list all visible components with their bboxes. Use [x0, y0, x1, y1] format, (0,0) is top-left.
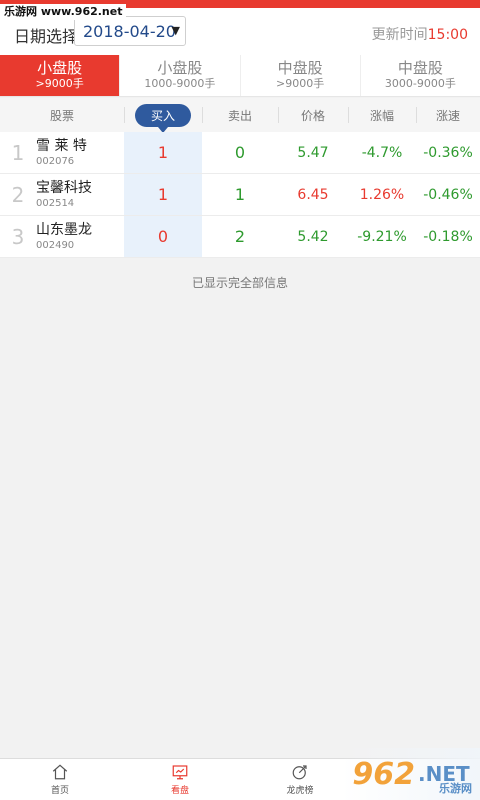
sell-count: 2 — [234, 227, 246, 246]
table-row[interactable]: 3 山东墨龙 002490 0 2 5.42 -9.21% -0.18% — [0, 216, 480, 258]
column-stock[interactable]: 股票 — [0, 98, 124, 132]
nav-home[interactable]: 首页 — [0, 759, 120, 800]
end-of-list-note: 已显示完全部信息 — [191, 276, 288, 290]
nav-label: 首页 — [50, 786, 69, 796]
tab-subtitle: 3000-9000手 — [384, 77, 456, 90]
price: 6.45 — [297, 186, 329, 203]
tab-small-cap-9000[interactable]: 小盘股 >9000手 — [0, 55, 120, 96]
logo-number: 962 — [352, 756, 415, 792]
change: -9.21% — [357, 228, 407, 245]
dragon-icon — [292, 765, 307, 780]
site-logo: 962 .NET 乐游网 — [342, 748, 480, 800]
tab-mid-cap-9000[interactable]: 中盘股 >9000手 — [239, 55, 360, 96]
site-watermark: 乐游网 www.962.net — [0, 4, 127, 20]
price: 5.47 — [297, 144, 329, 161]
table-row[interactable]: 1 雪 莱 特 002076 1 0 5.47 -4.7% -0.36% — [0, 132, 480, 174]
category-tabs: 小盘股 >9000手 小盘股 1000-9000手 中盘股 >9000手 中盘股… — [0, 55, 480, 97]
date-value: 2018-04-20 — [83, 22, 176, 41]
buy-sort-pill[interactable]: 买入 — [134, 103, 191, 133]
rank-number: 3 — [11, 224, 25, 249]
stock-name-block: 山东墨龙 002490 — [36, 221, 92, 253]
stock-name-block: 宝馨科技 002514 — [36, 179, 92, 211]
column-buy[interactable]: 买入 — [124, 98, 202, 133]
logo-chinese: 乐游网 — [439, 782, 472, 795]
table-header: 股票 买入 卖出 价格 涨幅 涨速 — [0, 98, 480, 133]
caret-down-icon: ▼ — [171, 24, 180, 37]
stock-name: 雪 莱 特 — [36, 137, 87, 154]
tab-mid-cap-3000-9000[interactable]: 中盘股 3000-9000手 — [359, 55, 480, 96]
stock-name-cell: 1 雪 莱 特 002076 — [0, 132, 124, 173]
date-select[interactable]: 2018-04-20 ▼ — [74, 16, 186, 46]
sell-count: 1 — [234, 185, 246, 204]
stock-code: 002076 — [36, 155, 75, 167]
speed: -0.46% — [423, 186, 473, 203]
rank-number: 1 — [11, 140, 25, 165]
tab-subtitle: >9000手 — [35, 77, 84, 90]
table-row[interactable]: 2 宝馨科技 002514 1 1 6.45 1.26% -0.46% — [0, 174, 480, 216]
sell-count: 0 — [234, 143, 246, 162]
update-time-value: 15:00 — [427, 27, 468, 43]
nav-label: 龙虎榜 — [286, 786, 314, 796]
rank-number: 2 — [11, 182, 25, 207]
stock-name-cell: 2 宝馨科技 002514 — [0, 174, 124, 215]
stock-name-block: 雪 莱 特 002076 — [36, 137, 87, 169]
nav-label: 看盘 — [170, 786, 189, 796]
tab-title: 中盘股 — [277, 59, 323, 77]
change: -4.7% — [361, 144, 403, 161]
update-label: 更新时间 — [371, 27, 428, 43]
buy-count: 1 — [124, 132, 202, 173]
stock-code: 002514 — [36, 197, 75, 209]
tab-subtitle: >9000手 — [276, 77, 325, 90]
column-sell[interactable]: 卖出 — [202, 98, 278, 132]
buy-count: 0 — [124, 216, 202, 257]
stock-table: 1 雪 莱 特 002076 1 0 5.47 -4.7% -0.36% 2 宝… — [0, 132, 480, 258]
price: 5.42 — [297, 228, 329, 245]
column-price[interactable]: 价格 — [278, 98, 348, 132]
speed: -0.36% — [423, 144, 473, 161]
buy-count: 1 — [124, 174, 202, 215]
nav-watch[interactable]: 看盘 — [120, 759, 240, 800]
stock-name-cell: 3 山东墨龙 002490 — [0, 216, 124, 257]
column-change[interactable]: 涨幅 — [348, 98, 416, 132]
tab-small-cap-1000-9000[interactable]: 小盘股 1000-9000手 — [119, 55, 239, 96]
column-speed[interactable]: 涨速 — [416, 98, 480, 132]
tab-title: 小盘股 — [157, 59, 203, 77]
tab-subtitle: 1000-9000手 — [144, 77, 216, 90]
change: 1.26% — [359, 186, 405, 203]
date-label: 日期选择 — [14, 27, 79, 46]
monitor-icon — [172, 765, 188, 780]
tab-title: 中盘股 — [397, 59, 443, 77]
tab-title: 小盘股 — [37, 59, 83, 77]
update-time: 更新时间15:00 — [372, 24, 468, 44]
home-icon — [52, 764, 68, 780]
stock-name: 山东墨龙 — [36, 221, 92, 238]
stock-code: 002490 — [36, 239, 75, 251]
speed: -0.18% — [423, 228, 473, 245]
stock-name: 宝馨科技 — [36, 179, 92, 196]
